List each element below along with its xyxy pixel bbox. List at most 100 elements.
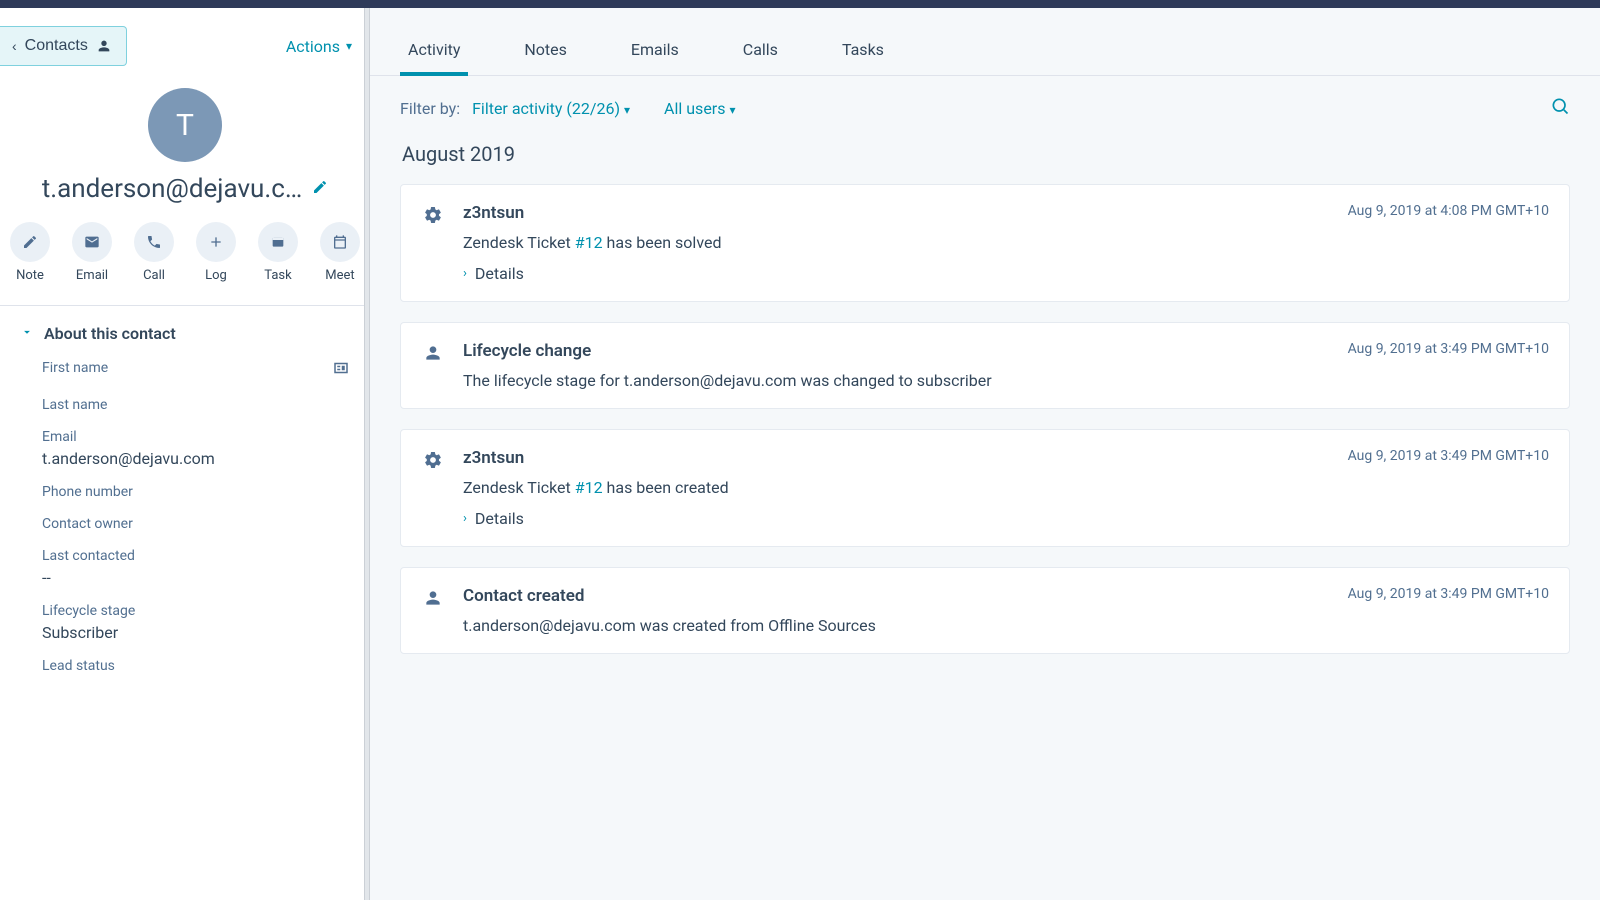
note-action[interactable]: Note xyxy=(10,222,50,283)
log-icon xyxy=(208,234,224,250)
activity-text: t.anderson@dejavu.com was created from O… xyxy=(463,616,1549,635)
details-label: Details xyxy=(475,264,524,283)
contact-display-name: t.anderson@dejavu.c… xyxy=(42,174,302,204)
email-value[interactable]: t.anderson@dejavu.com xyxy=(42,449,350,468)
filter-users-label: All users xyxy=(664,99,725,118)
activity-text: The lifecycle stage for t.anderson@dejav… xyxy=(463,371,1549,390)
meet-action-label: Meet xyxy=(320,268,360,283)
task-icon xyxy=(270,234,286,250)
activity-text: Zendesk Ticket #12 has been created xyxy=(463,478,1549,497)
lifecycle-label: Lifecycle stage xyxy=(42,603,350,619)
pencil-icon xyxy=(312,179,328,195)
note-icon xyxy=(22,234,38,250)
breadcrumb-label: Contacts xyxy=(25,37,88,55)
activity-timestamp: Aug 9, 2019 at 3:49 PM GMT+10 xyxy=(1348,448,1549,464)
first-name-label: First name xyxy=(42,360,108,376)
phone-label: Phone number xyxy=(42,484,350,500)
log-action[interactable]: Log xyxy=(196,222,236,283)
tab-calls[interactable]: Calls xyxy=(735,40,786,75)
gear-icon xyxy=(423,450,443,470)
ticket-link[interactable]: #12 xyxy=(575,233,603,252)
tab-activity[interactable]: Activity xyxy=(400,40,468,75)
task-icon-circle xyxy=(258,222,298,262)
activity-timestamp: Aug 9, 2019 at 3:49 PM GMT+10 xyxy=(1348,341,1549,357)
chevron-right-icon: › xyxy=(463,266,467,281)
lead-status-label: Lead status xyxy=(42,658,350,674)
activity-title: z3ntsun xyxy=(463,448,524,468)
lifecycle-value[interactable]: Subscriber xyxy=(42,623,350,642)
first-name-card-icon[interactable] xyxy=(332,359,350,381)
meet-icon xyxy=(332,234,348,250)
filter-users-dropdown[interactable]: All users ▾ xyxy=(664,99,735,118)
about-section-title: About this contact xyxy=(44,324,176,343)
note-icon-circle xyxy=(10,222,50,262)
details-toggle[interactable]: ›Details xyxy=(463,509,524,528)
edit-name-button[interactable] xyxy=(312,179,328,199)
activity-card: z3ntsun Aug 9, 2019 at 4:08 PM GMT+10 Ze… xyxy=(400,184,1570,302)
last-contacted-value: -- xyxy=(42,568,350,587)
caret-down-icon: ▾ xyxy=(624,103,630,117)
activity-panel: Activity Notes Emails Calls Tasks Filter by:… xyxy=(370,8,1600,900)
tab-tasks[interactable]: Tasks xyxy=(834,40,892,75)
email-icon xyxy=(84,234,100,250)
search-activity-button[interactable] xyxy=(1550,96,1570,120)
task-action[interactable]: Task xyxy=(258,222,298,283)
filter-activity-label: Filter activity (22/26) xyxy=(472,99,620,118)
last-name-label: Last name xyxy=(42,397,350,413)
note-action-label: Note xyxy=(10,268,50,283)
owner-label: Contact owner xyxy=(42,516,350,532)
actions-label: Actions xyxy=(286,37,340,56)
activity-title: z3ntsun xyxy=(463,203,524,223)
search-icon xyxy=(1550,96,1570,116)
record-tabs: Activity Notes Emails Calls Tasks xyxy=(370,14,1600,76)
details-toggle[interactable]: › Details xyxy=(463,264,524,283)
about-collapse-toggle[interactable] xyxy=(20,324,34,343)
ticket-link[interactable]: #12 xyxy=(575,478,603,497)
filter-by-label: Filter by: xyxy=(400,99,460,118)
chevron-down-icon xyxy=(20,325,34,339)
app-topbar xyxy=(0,0,1600,8)
contact-quick-actions: Note Email Call Log Task Meet xyxy=(0,222,370,305)
activity-type-icon xyxy=(421,341,445,390)
chevron-right-icon: › xyxy=(463,511,467,526)
call-action-label: Call xyxy=(134,268,174,283)
call-icon-circle xyxy=(134,222,174,262)
tab-notes[interactable]: Notes xyxy=(516,40,575,75)
activity-feed: August 2019 z3ntsun Aug 9, 2019 at 4:08 … xyxy=(370,128,1600,714)
caret-down-icon: ▾ xyxy=(346,39,352,53)
activity-title: Lifecycle change xyxy=(463,341,591,361)
tab-emails[interactable]: Emails xyxy=(623,40,687,75)
email-action-label: Email xyxy=(72,268,112,283)
log-action-label: Log xyxy=(196,268,236,283)
chevron-left-icon: ‹ xyxy=(12,39,17,53)
actions-menu[interactable]: Actions ▾ xyxy=(286,37,352,56)
activity-card: Contact created Aug 9, 2019 at 3:49 PM G… xyxy=(400,567,1570,654)
activity-card: Lifecycle change Aug 9, 2019 at 3:49 PM … xyxy=(400,322,1570,409)
activity-type-icon xyxy=(421,586,445,635)
activity-text: Zendesk Ticket #12 has been solved xyxy=(463,233,1549,252)
person-icon xyxy=(423,588,443,608)
call-icon xyxy=(146,234,162,250)
person-icon xyxy=(423,343,443,363)
call-action[interactable]: Call xyxy=(134,222,174,283)
feed-month-heading: August 2019 xyxy=(402,142,1570,166)
meet-action[interactable]: Meet xyxy=(320,222,360,283)
email-action[interactable]: Email xyxy=(72,222,112,283)
contact-sidebar: ‹ Contacts Actions ▾ T t.anderson@dejavu… xyxy=(0,8,370,900)
email-icon-circle xyxy=(72,222,112,262)
activity-title: Contact created xyxy=(463,586,584,606)
id-card-icon xyxy=(332,359,350,377)
activity-type-icon xyxy=(421,448,445,528)
log-icon-circle xyxy=(196,222,236,262)
last-contacted-label: Last contacted xyxy=(42,548,350,564)
gear-icon xyxy=(423,205,443,225)
back-to-contacts-button[interactable]: ‹ Contacts xyxy=(0,26,127,66)
activity-timestamp: Aug 9, 2019 at 3:49 PM GMT+10 xyxy=(1348,586,1549,602)
email-label: Email xyxy=(42,429,350,445)
task-action-label: Task xyxy=(258,268,298,283)
activity-timestamp: Aug 9, 2019 at 4:08 PM GMT+10 xyxy=(1348,203,1549,219)
meet-icon-circle xyxy=(320,222,360,262)
activity-type-icon xyxy=(421,203,445,283)
avatar-initial: T xyxy=(176,108,194,143)
filter-activity-dropdown[interactable]: Filter activity (22/26) ▾ xyxy=(472,99,630,118)
